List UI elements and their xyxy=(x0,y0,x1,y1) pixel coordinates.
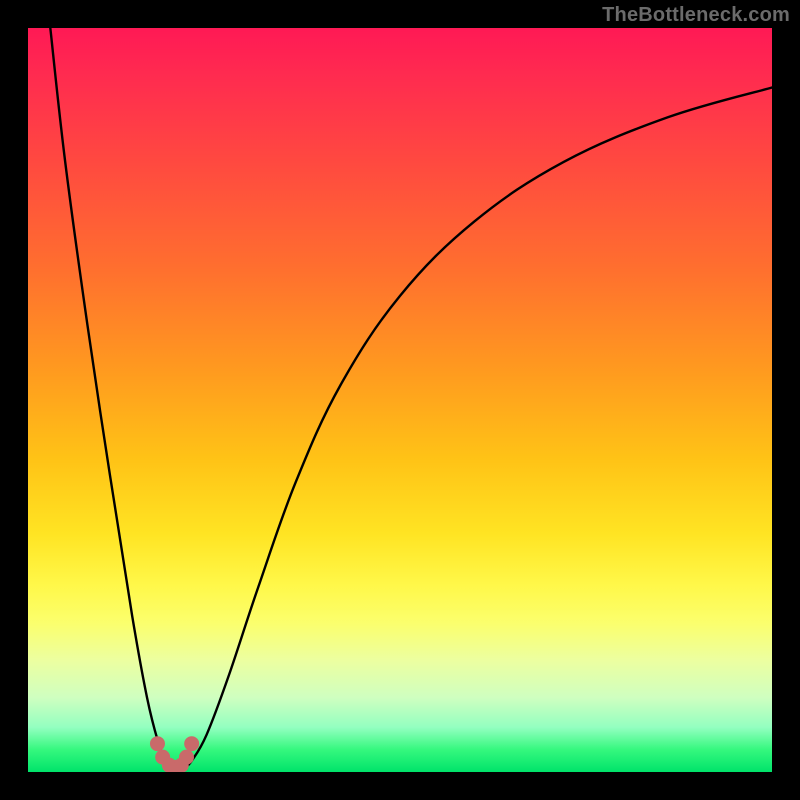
valley-marker xyxy=(179,750,194,765)
valley-marker xyxy=(150,736,165,751)
attribution-text: TheBottleneck.com xyxy=(602,4,790,27)
valley-marker xyxy=(184,736,199,751)
plot-frame xyxy=(28,28,772,772)
curve-right-branch xyxy=(184,88,772,769)
curve-layer xyxy=(28,28,772,772)
curve-left-branch xyxy=(50,28,171,768)
